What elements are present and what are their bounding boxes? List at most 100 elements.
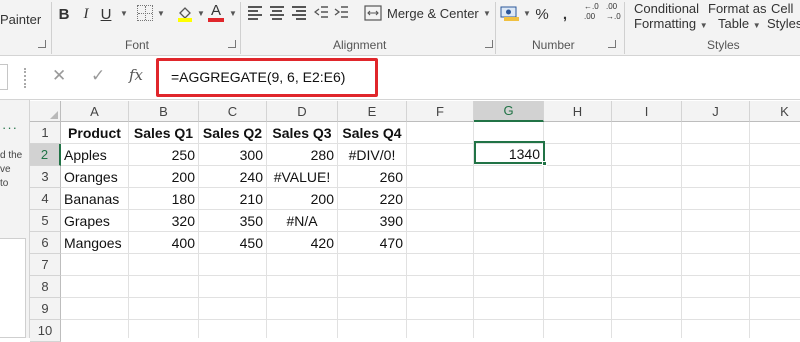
column-header-k[interactable]: K	[750, 101, 800, 122]
cell-d5[interactable]: #N/A	[267, 210, 337, 232]
cell-b6[interactable]: 400	[129, 232, 198, 254]
font-color-icon[interactable]: A	[208, 2, 224, 24]
merge-center-button[interactable]: Merge & Center	[387, 6, 479, 21]
cell-g2[interactable]: 1340	[474, 143, 543, 165]
cell-e4[interactable]: 220	[338, 188, 406, 210]
cell-b4[interactable]: 180	[129, 188, 198, 210]
column-header-g[interactable]: G	[474, 101, 544, 122]
column-header-b[interactable]: B	[129, 101, 199, 122]
conditional-formatting-button[interactable]: Conditional Formatting ▼	[634, 1, 708, 31]
row-header-2[interactable]: 2	[30, 144, 61, 166]
row-header-5[interactable]: 5	[30, 210, 61, 232]
column-header-i[interactable]: I	[612, 101, 682, 122]
column-header-d[interactable]: D	[267, 101, 338, 122]
bold-button[interactable]: B	[56, 3, 72, 25]
cell-c6[interactable]: 450	[199, 232, 266, 254]
merge-center-icon[interactable]	[364, 4, 382, 22]
name-box[interactable]	[0, 64, 8, 90]
underline-button[interactable]: U	[99, 3, 113, 25]
cell-a2[interactable]: Apples	[61, 144, 128, 166]
decrease-decimal-top: .00	[606, 2, 618, 11]
column-header-f[interactable]: F	[407, 101, 474, 122]
decrease-indent-icon[interactable]	[313, 4, 328, 22]
cell-c1[interactable]: Sales Q2	[199, 122, 266, 144]
chevron-down-icon[interactable]: ▼	[197, 9, 205, 18]
highlight-box	[156, 58, 378, 97]
fill-color-icon[interactable]	[176, 4, 194, 22]
increase-indent-icon[interactable]	[334, 4, 348, 22]
cell-b5[interactable]: 320	[129, 210, 198, 232]
cell-styles-button[interactable]: Cell Styles	[767, 1, 800, 31]
cell-e6[interactable]: 470	[338, 232, 406, 254]
cancel-icon[interactable]: ✕	[52, 66, 66, 86]
cell-a6[interactable]: Mangoes	[61, 232, 128, 254]
borders-icon[interactable]	[137, 5, 153, 21]
chevron-down-icon[interactable]: ▼	[120, 9, 128, 18]
italic-button[interactable]: I	[79, 3, 93, 25]
cell-d3[interactable]: #VALUE!	[267, 166, 337, 188]
row-header-3[interactable]: 3	[30, 166, 61, 188]
side-pane: ··· d the ve to	[0, 100, 30, 338]
column-header-e[interactable]: E	[338, 101, 407, 122]
cell-b2[interactable]: 250	[129, 144, 198, 166]
clipboard-launcher-icon[interactable]	[38, 40, 46, 48]
align-right-icon[interactable]	[292, 6, 306, 20]
cell-b1[interactable]: Sales Q1	[129, 122, 198, 144]
format-as-table-button[interactable]: Format as Table ▼	[708, 1, 768, 31]
pane-text-line: ve	[0, 164, 11, 175]
row-header-9[interactable]: 9	[30, 298, 61, 320]
more-options-icon[interactable]: ···	[2, 120, 18, 135]
insert-function-icon[interactable]: fx	[129, 66, 143, 84]
chevron-down-icon[interactable]: ▼	[157, 9, 165, 18]
row-header-4[interactable]: 4	[30, 188, 61, 210]
row-header-6[interactable]: 6	[30, 232, 61, 254]
alignment-launcher-icon[interactable]	[485, 40, 493, 48]
cell-d6[interactable]: 420	[267, 232, 337, 254]
enter-icon[interactable]: ✓	[91, 66, 105, 86]
increase-decimal-button[interactable]: ←.0 .00	[584, 2, 602, 26]
cell-c3[interactable]: 240	[199, 166, 266, 188]
cell-a5[interactable]: Grapes	[61, 210, 128, 232]
column-header-a[interactable]: A	[61, 101, 129, 122]
column-header-c[interactable]: C	[199, 101, 267, 122]
cell-d2[interactable]: 280	[267, 144, 337, 166]
chevron-down-icon: ▼	[752, 21, 761, 30]
cell-a4[interactable]: Bananas	[61, 188, 128, 210]
cell-e1[interactable]: Sales Q4	[338, 122, 406, 144]
row-header-7[interactable]: 7	[30, 254, 61, 276]
cell-d1[interactable]: Sales Q3	[267, 122, 337, 144]
decrease-decimal-button[interactable]: .00 →.0	[606, 2, 624, 26]
cell-a1[interactable]: Product	[61, 122, 128, 144]
chevron-down-icon[interactable]: ▼	[483, 9, 491, 18]
font-launcher-icon[interactable]	[228, 40, 236, 48]
cell-e3[interactable]: 260	[338, 166, 406, 188]
cell-c5[interactable]: 350	[199, 210, 266, 232]
row-header-10[interactable]: 10	[30, 320, 61, 342]
cell-e5[interactable]: 390	[338, 210, 406, 232]
accounting-format-icon[interactable]	[500, 3, 520, 23]
cell-c4[interactable]: 210	[199, 188, 266, 210]
cell-c2[interactable]: 300	[199, 144, 266, 166]
chevron-down-icon[interactable]: ▼	[229, 9, 237, 18]
number-launcher-icon[interactable]	[608, 40, 616, 48]
format-painter-button[interactable]: Painter	[0, 12, 41, 27]
column-header-h[interactable]: H	[544, 101, 612, 122]
comma-style-button[interactable]: ,	[560, 3, 570, 25]
gridline	[681, 122, 682, 338]
column-header-j[interactable]: J	[682, 101, 750, 122]
fill-handle[interactable]	[542, 161, 547, 166]
format-as-table-line2: Table	[718, 16, 750, 31]
cell-b3[interactable]: 200	[129, 166, 198, 188]
select-all-button[interactable]	[30, 101, 61, 122]
percent-style-button[interactable]: %	[534, 3, 550, 25]
resize-grip-icon[interactable]	[24, 68, 27, 88]
row-header-8[interactable]: 8	[30, 276, 61, 298]
row-header-1[interactable]: 1	[30, 122, 61, 144]
chevron-down-icon[interactable]: ▼	[523, 9, 531, 18]
decrease-decimal-bottom: →.0	[606, 12, 621, 21]
align-center-icon[interactable]	[270, 6, 284, 20]
cell-a3[interactable]: Oranges	[61, 166, 128, 188]
cell-d4[interactable]: 200	[267, 188, 337, 210]
align-left-icon[interactable]	[248, 6, 262, 20]
cell-e2[interactable]: #DIV/0!	[338, 144, 406, 166]
